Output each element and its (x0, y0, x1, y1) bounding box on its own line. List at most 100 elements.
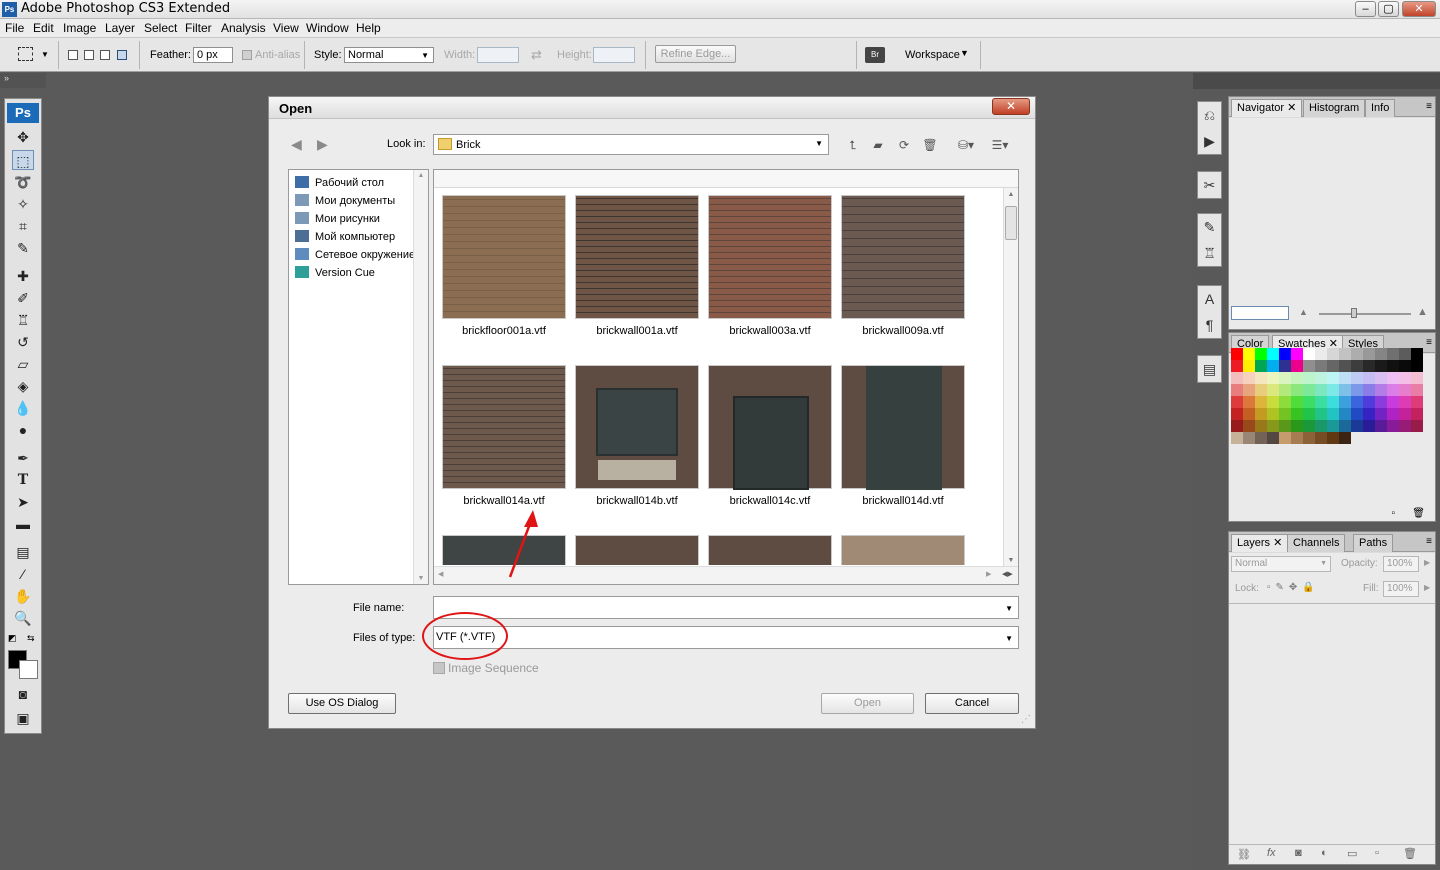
color-swatch[interactable] (1255, 396, 1267, 408)
maximize-button[interactable]: ▢ (1378, 1, 1399, 17)
forward-arrow-icon[interactable]: ▶ (317, 137, 333, 151)
scroll-thumb[interactable] (1005, 206, 1017, 240)
color-swatch[interactable] (1363, 372, 1375, 384)
color-swatch[interactable] (1327, 360, 1339, 372)
trash-icon[interactable]: 🗑 (1403, 847, 1417, 860)
color-swatch[interactable] (1315, 396, 1327, 408)
chevron-down-icon[interactable]: ▼ (1005, 634, 1013, 643)
layer-mask-icon[interactable]: ◙ (1295, 847, 1302, 859)
link-layers-icon[interactable]: ⛓ (1237, 848, 1251, 861)
quick-mask-icon[interactable]: ◙ (12, 684, 34, 704)
type-tool-icon[interactable]: T (12, 470, 34, 490)
tab-navigator[interactable]: Navigator ✕ (1231, 99, 1303, 117)
color-swatch[interactable] (1315, 420, 1327, 432)
menu-view[interactable]: View (273, 21, 299, 35)
new-group-icon[interactable]: ▭ (1347, 847, 1357, 860)
color-swatch[interactable] (1291, 420, 1303, 432)
color-swatch[interactable] (1231, 396, 1243, 408)
chevron-down-icon[interactable]: ▼ (1005, 604, 1013, 613)
color-swatch[interactable] (1303, 396, 1315, 408)
add-selection-icon[interactable] (84, 50, 94, 60)
color-swatch[interactable] (1315, 348, 1327, 360)
menu-select[interactable]: Select (144, 21, 177, 35)
color-swatch[interactable] (1339, 372, 1351, 384)
color-swatch[interactable] (1363, 360, 1375, 372)
delete-icon[interactable]: 🗑 (921, 137, 939, 153)
subtract-selection-icon[interactable] (100, 50, 110, 60)
brushes-panel-icon[interactable]: ✎ (1198, 214, 1221, 240)
opacity-input[interactable]: 100% (1383, 556, 1419, 572)
width-input[interactable] (477, 47, 519, 63)
color-swatch[interactable] (1411, 420, 1423, 432)
color-swatch[interactable] (1411, 396, 1423, 408)
history-panel-icon[interactable]: ⎌ (1198, 102, 1221, 128)
color-swatch[interactable] (1267, 396, 1279, 408)
file-name-label[interactable]: brickwall014c.vtf (700, 495, 840, 507)
paragraph-panel-icon[interactable]: ¶ (1198, 312, 1221, 338)
color-swatch[interactable] (1339, 408, 1351, 420)
drive-menu-icon[interactable]: ⛁▾ (953, 137, 979, 153)
tab-paths[interactable]: Paths (1353, 534, 1394, 552)
refine-edge-button[interactable]: Refine Edge... (655, 45, 736, 63)
color-swatch[interactable] (1291, 372, 1303, 384)
color-swatch[interactable] (1375, 420, 1387, 432)
color-swatch[interactable] (1279, 420, 1291, 432)
blur-tool-icon[interactable]: 💧 (12, 398, 34, 418)
color-swatch[interactable] (1375, 360, 1387, 372)
character-panel-icon[interactable]: A (1198, 286, 1221, 312)
color-swatch[interactable] (1399, 384, 1411, 396)
intersect-selection-icon[interactable] (117, 50, 127, 60)
panel-menu-icon[interactable]: ≡ (1426, 101, 1432, 112)
file-name-label[interactable]: brickwall009a.vtf (833, 325, 973, 337)
view-menu-icon[interactable]: ☰▾ (987, 137, 1013, 153)
marquee-tool-icon[interactable]: ⬚ (12, 150, 34, 170)
color-swatch[interactable] (1399, 372, 1411, 384)
file-name-label[interactable]: brickwall014d.vtf (833, 495, 973, 507)
color-swatch[interactable] (1303, 432, 1315, 444)
color-swatch[interactable] (1339, 348, 1351, 360)
cancel-button[interactable]: Cancel (925, 693, 1019, 714)
color-swatch[interactable] (1267, 408, 1279, 420)
color-swatch[interactable] (1327, 372, 1339, 384)
tab-channels[interactable]: Channels (1287, 534, 1346, 552)
toolbox-collapse-bar[interactable]: » (0, 73, 46, 88)
color-swatch[interactable] (1327, 420, 1339, 432)
thumbnail-brickwall014c[interactable] (708, 365, 832, 490)
thumbnail-partial[interactable] (708, 535, 832, 565)
default-colors-icon[interactable]: ◩ (8, 633, 17, 644)
clone-stamp-icon[interactable]: ♖ (12, 310, 34, 330)
color-swatch[interactable] (1291, 384, 1303, 396)
color-swatch[interactable] (1243, 348, 1255, 360)
hand-tool-icon[interactable]: ✋ (12, 586, 34, 606)
color-swatch[interactable] (1231, 384, 1243, 396)
dodge-tool-icon[interactable]: ● (12, 420, 34, 440)
place-network[interactable]: Сетевое окружение (295, 248, 413, 264)
color-swatch[interactable] (1351, 408, 1363, 420)
tab-layers[interactable]: Layers ✕ (1231, 534, 1289, 552)
color-swatch[interactable] (1363, 396, 1375, 408)
zoom-tool-icon[interactable]: 🔍 (12, 608, 34, 628)
back-arrow-icon[interactable]: ◀ (291, 137, 307, 151)
file-name-label[interactable]: brickwall014b.vtf (567, 495, 707, 507)
color-swatch[interactable] (1231, 420, 1243, 432)
color-swatch[interactable] (1315, 372, 1327, 384)
menu-file[interactable]: File (5, 21, 24, 35)
marquee-preset-icon[interactable] (18, 47, 33, 61)
file-name-input[interactable]: ▼ (433, 596, 1019, 619)
zoom-slider[interactable] (1319, 313, 1411, 315)
color-swatch[interactable] (1255, 384, 1267, 396)
panel-menu-icon[interactable]: ≡ (1426, 536, 1432, 547)
bridge-icon[interactable]: Br (865, 47, 885, 63)
resize-grip-icon[interactable]: ⋰ (1021, 714, 1033, 726)
color-swatch[interactable] (1327, 396, 1339, 408)
places-scrollbar[interactable]: ▲ ▼ (413, 170, 428, 584)
shape-tool-icon[interactable]: ▬ (12, 514, 34, 534)
color-swatch[interactable] (1363, 420, 1375, 432)
crop-tool-icon[interactable]: ⌗ (12, 216, 34, 236)
path-selection-icon[interactable]: ➤ (12, 492, 34, 512)
color-swatch[interactable] (1255, 360, 1267, 372)
file-list-vscrollbar[interactable]: ▲ ▼ (1003, 188, 1018, 566)
fill-arrow-icon[interactable]: ▶ (1424, 583, 1430, 592)
fill-input[interactable]: 100% (1383, 581, 1419, 597)
color-swatch[interactable] (1255, 372, 1267, 384)
